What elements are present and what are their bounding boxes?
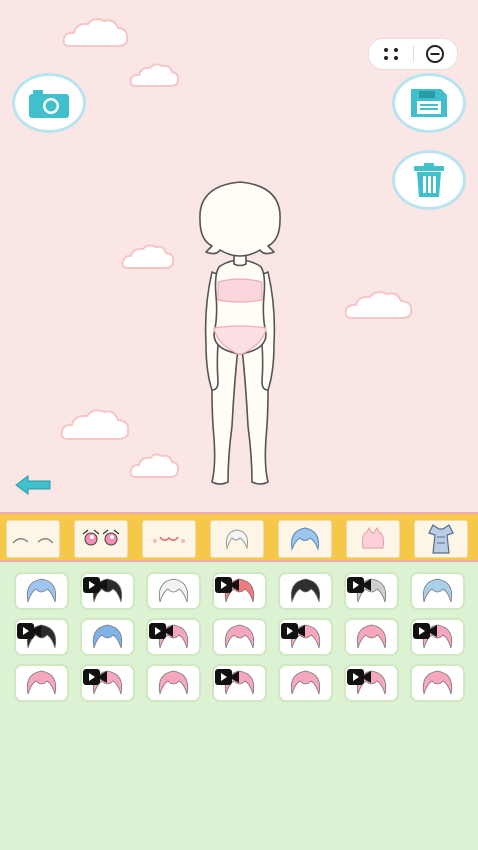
tab-outfit[interactable] [414,520,468,558]
hair-style-icon [26,670,57,695]
hair-style-icon [290,670,321,695]
video-ad-icon [215,669,239,685]
hair-item[interactable] [146,618,201,656]
item-panel [0,562,478,850]
hair-style-icon [224,624,255,649]
cloud-decoration [129,453,180,478]
more-button[interactable] [369,39,413,69]
save-disk-icon [411,89,447,117]
video-ad-icon [83,577,107,593]
hair-item[interactable] [212,572,267,610]
cloud-decoration [344,291,413,319]
hair-item[interactable] [344,664,399,702]
cloud-decoration [60,409,130,440]
hair-item[interactable] [410,618,465,656]
hair-item[interactable] [80,664,135,702]
mini-program-capsule [368,38,458,70]
character-body [199,181,281,485]
tab-hair-front[interactable] [210,520,264,558]
hair-item[interactable] [80,572,135,610]
hair-item[interactable] [14,618,69,656]
video-ad-icon [413,623,437,639]
cloud-decoration [129,63,180,87]
video-ad-icon [149,623,173,639]
hair-style-icon [92,624,123,649]
tab-eyebrows[interactable] [6,520,60,558]
hair-style-icon [26,578,57,603]
video-ad-icon [347,669,371,685]
minimize-circle-icon [426,45,445,63]
camera-icon [29,90,69,118]
tab-mouth[interactable] [142,520,196,558]
minimize-button[interactable] [414,39,458,69]
hair-item[interactable] [410,664,465,702]
hair-item[interactable] [410,572,465,610]
video-ad-icon [17,623,41,639]
eyebrows-icon [12,538,54,544]
hair-item[interactable] [344,572,399,610]
hair-item[interactable] [278,618,333,656]
hair-item[interactable] [80,618,135,656]
hair-item[interactable] [146,572,201,610]
video-ad-icon [215,577,239,593]
video-ad-icon [83,669,107,685]
hair-item[interactable] [14,664,69,702]
hair-item[interactable] [344,618,399,656]
hair-style-icon [422,670,453,695]
cloud-decoration [121,244,175,269]
tab-hair[interactable] [278,520,332,558]
mouth-icon [153,536,185,543]
hair-style-icon [158,670,189,695]
accessory-icon [362,526,384,549]
back-arrow-icon[interactable] [14,474,52,496]
outfit-icon [428,524,454,554]
tab-accessory[interactable] [346,520,400,558]
hair-front-icon [226,529,248,550]
delete-button[interactable] [392,150,466,210]
eyes-icon [82,529,120,546]
hair-style-icon [290,578,321,603]
hair-style-icon [158,578,189,603]
hair-item[interactable] [278,572,333,610]
hair-icon [291,527,319,551]
hair-item[interactable] [278,664,333,702]
cloud-decoration [62,18,129,47]
hair-style-icon [422,578,453,603]
camera-button[interactable] [12,73,86,133]
hair-item[interactable] [212,664,267,702]
video-ad-icon [281,623,305,639]
hair-style-icon [356,624,387,649]
video-ad-icon [347,577,371,593]
save-button[interactable] [392,73,466,133]
category-toolbar [0,512,478,562]
tab-eyes[interactable] [74,520,128,558]
hair-item[interactable] [146,664,201,702]
hair-item[interactable] [212,618,267,656]
trash-icon [414,163,444,197]
character-stage [0,0,478,512]
hair-item[interactable] [14,572,69,610]
more-dots-icon [383,48,398,60]
